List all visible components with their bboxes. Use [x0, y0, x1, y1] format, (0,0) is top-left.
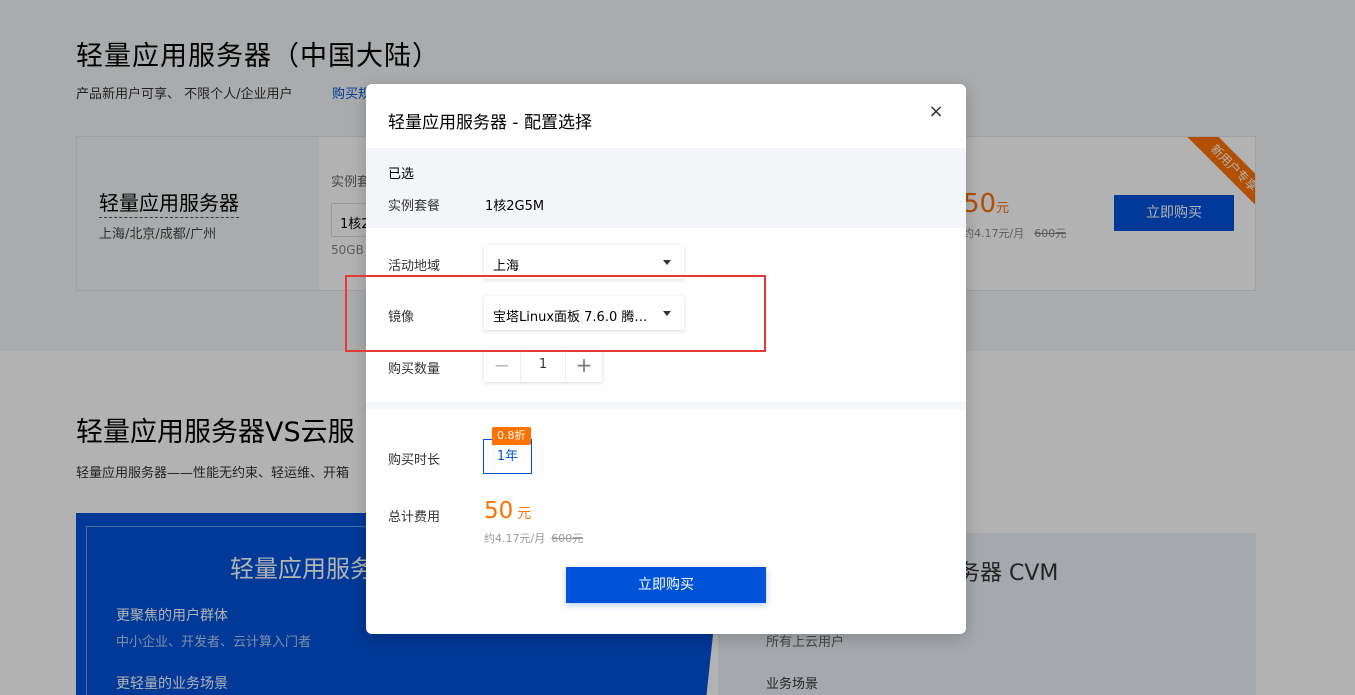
total-monthly: 约4.17元/月 600元: [484, 530, 583, 546]
total-monthly-text: 约4.17元/月: [484, 532, 546, 545]
total-label: 总计费用: [388, 510, 441, 525]
quantity-input[interactable]: 1: [520, 348, 566, 382]
quantity-label: 购买数量: [388, 362, 441, 377]
region-label: 活动地域: [388, 259, 441, 274]
selected-summary: 已选 实例套餐 1核2G5M: [366, 148, 966, 228]
region-select[interactable]: 上海: [484, 245, 684, 279]
discount-badge: 0.8折: [492, 427, 531, 445]
selected-plan-value: 1核2G5M: [485, 199, 545, 214]
image-highlight-box: [345, 275, 766, 352]
plus-icon[interactable]: +: [566, 348, 602, 382]
region-select-value: 上海: [493, 259, 520, 274]
section-divider: [366, 402, 966, 410]
total-price: 50 元: [484, 498, 531, 524]
dialog-title: 轻量应用服务器 - 配置选择: [388, 113, 592, 133]
minus-icon[interactable]: −: [484, 348, 520, 382]
caret-down-icon: [663, 260, 671, 265]
selected-label: 已选: [388, 167, 415, 182]
buy-now-button[interactable]: 立即购买: [566, 567, 766, 603]
total-price-value: 50: [484, 498, 514, 524]
total-original-price: 600元: [551, 532, 584, 545]
selected-plan-label: 实例套餐: [388, 199, 441, 214]
quantity-stepper: − 1 +: [484, 348, 602, 382]
close-icon[interactable]: ×: [926, 102, 946, 122]
duration-label: 购买时长: [388, 453, 441, 468]
config-dialog: 轻量应用服务器 - 配置选择 × 已选 实例套餐 1核2G5M 活动地域 上海 …: [366, 84, 966, 634]
total-price-unit: 元: [517, 506, 532, 522]
